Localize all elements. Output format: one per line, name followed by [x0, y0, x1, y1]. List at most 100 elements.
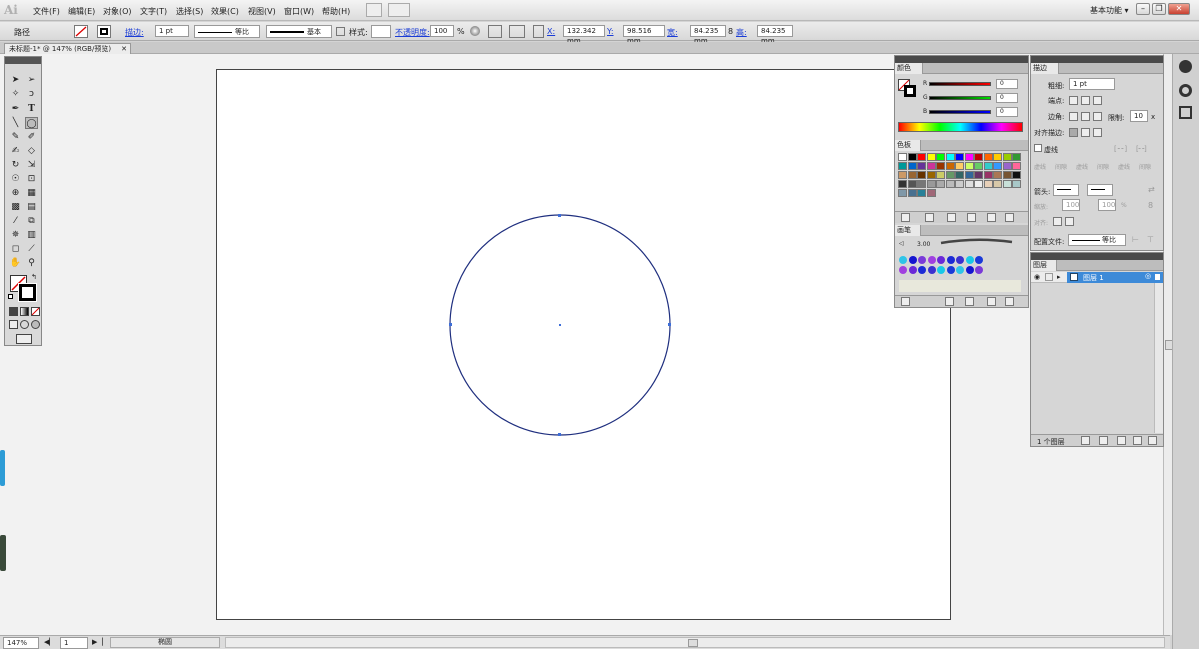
swatch[interactable]	[1012, 162, 1021, 170]
swatch[interactable]	[964, 162, 974, 170]
color-tab[interactable]: 颜色	[895, 63, 923, 74]
expand-triangle-icon[interactable]: ▸	[1057, 273, 1061, 281]
stroke-panel-header[interactable]	[1031, 56, 1163, 63]
swap-arrowheads-icon[interactable]: ⇄	[1148, 185, 1155, 194]
dash-preset-icon-1[interactable]: [ ⁃ ⁃ ]	[1114, 145, 1127, 153]
link-scale-icon[interactable]: 8	[1148, 201, 1153, 210]
profile-select[interactable]: 等比	[1068, 234, 1126, 246]
mesh-tool-icon[interactable]: ▩	[9, 201, 22, 213]
slice-tool-icon[interactable]: ⟋	[25, 243, 38, 255]
anchor-left[interactable]	[449, 323, 452, 326]
swatch[interactable]	[983, 153, 993, 161]
screen-mode-icon[interactable]	[16, 334, 32, 344]
swatch[interactable]	[936, 171, 945, 179]
artboard-tool-icon[interactable]: ◻	[9, 243, 22, 255]
hand-tool-icon[interactable]: ✋	[9, 257, 22, 269]
pen-tool-icon[interactable]: ✒	[9, 103, 22, 115]
eraser-tool-icon[interactable]: ◇	[25, 145, 38, 157]
swatch[interactable]	[993, 162, 1002, 170]
brush-dot[interactable]	[937, 266, 945, 274]
swatch[interactable]	[907, 171, 917, 179]
swatch[interactable]	[955, 171, 964, 179]
arrange-documents-icon[interactable]	[388, 3, 410, 17]
swap-fill-stroke-icon[interactable]: ↰	[31, 273, 37, 281]
menu-window[interactable]: 窗口(W)	[284, 6, 314, 17]
color-spectrum[interactable]	[898, 122, 1023, 132]
graphic-style-picker[interactable]	[371, 25, 391, 38]
limit-input[interactable]: 10	[1130, 110, 1148, 122]
new-sublayer-icon[interactable]	[1117, 436, 1126, 445]
align-inside-icon[interactable]	[1081, 128, 1090, 137]
layer-row[interactable]: ◉ ▸ 图层 1 ◎	[1031, 272, 1163, 283]
align-outside-icon[interactable]	[1093, 128, 1102, 137]
swatch[interactable]	[1002, 153, 1012, 161]
r-slider[interactable]	[929, 82, 991, 86]
anchor-top[interactable]	[558, 214, 561, 217]
close-icon[interactable]: ✕	[1168, 3, 1190, 15]
layer-name-cell[interactable]: 图层 1 ◎	[1067, 272, 1163, 283]
minimize-icon[interactable]: –	[1136, 3, 1150, 15]
brush-dot[interactable]	[946, 266, 955, 274]
swatch[interactable]	[926, 153, 936, 161]
swatch[interactable]	[898, 162, 907, 170]
brush-library-icon[interactable]	[901, 297, 910, 306]
default-colors-icon[interactable]	[8, 294, 13, 299]
horizontal-scrollbar[interactable]	[225, 637, 1165, 648]
color-guide-icon[interactable]	[1179, 60, 1192, 73]
swatch[interactable]	[1012, 153, 1021, 161]
swatch[interactable]	[1002, 180, 1012, 188]
visibility-eye-icon[interactable]: ◉	[1034, 273, 1040, 281]
rotate-tool-icon[interactable]: ↻	[9, 159, 22, 171]
swatch[interactable]	[945, 162, 955, 170]
shape-builder-tool-icon[interactable]: ⊕	[9, 187, 22, 199]
new-color-group-icon[interactable]	[967, 213, 976, 222]
menu-type[interactable]: 文字(T)	[140, 6, 167, 17]
perspective-grid-tool-icon[interactable]: ▦	[25, 187, 38, 199]
brush-dot[interactable]	[956, 266, 964, 274]
brush-options-icon-2[interactable]	[965, 297, 974, 306]
panel-group-header[interactable]	[895, 56, 1028, 63]
side-gadget[interactable]	[0, 450, 5, 486]
stroke-label[interactable]: 描边:	[125, 27, 144, 38]
draw-behind-icon[interactable]	[20, 320, 29, 329]
layers-tab[interactable]: 图层	[1031, 260, 1057, 271]
free-transform-tool-icon[interactable]: ⊡	[25, 173, 38, 185]
stroke-swatch[interactable]	[97, 25, 111, 38]
none-mode-icon[interactable]	[31, 307, 40, 316]
end-scale-input[interactable]: 100	[1098, 199, 1116, 211]
draw-inside-icon[interactable]	[31, 320, 40, 329]
swatch[interactable]	[974, 171, 983, 179]
menu-help[interactable]: 帮助(H)	[322, 6, 350, 17]
new-brush-icon[interactable]	[987, 297, 996, 306]
swatch-library-icon[interactable]	[901, 213, 910, 222]
brush-options-icon[interactable]	[336, 27, 345, 36]
r-input[interactable]: 0	[996, 79, 1018, 89]
menu-object[interactable]: 对象(O)	[103, 6, 132, 17]
fill-swatch[interactable]	[74, 25, 88, 38]
direct-selection-tool-icon[interactable]: ➢	[25, 74, 38, 86]
b-input[interactable]: 0	[996, 107, 1018, 117]
swatch[interactable]	[993, 153, 1002, 161]
brush-dot[interactable]	[946, 256, 955, 264]
graphic-styles-icon[interactable]	[1179, 106, 1192, 119]
swatch[interactable]	[926, 189, 936, 197]
type-tool-icon[interactable]: T	[25, 103, 38, 115]
ellipse-tool-icon[interactable]: ◯	[25, 117, 38, 129]
zoom-select[interactable]: 147%	[3, 637, 39, 649]
width-input[interactable]: 84.235 mm	[690, 25, 726, 45]
swatch[interactable]	[898, 189, 907, 197]
new-layer-icon[interactable]	[1133, 436, 1142, 445]
side-gadget-2[interactable]	[0, 535, 6, 571]
opacity-input[interactable]: 100	[430, 25, 454, 37]
swatch[interactable]	[955, 162, 964, 170]
swatch[interactable]	[926, 180, 936, 188]
anchor-right[interactable]	[668, 323, 671, 326]
brush-dot[interactable]	[965, 256, 974, 264]
first-artboard-icon[interactable]: ◀▏	[44, 638, 55, 646]
start-scale-input[interactable]: 100	[1062, 199, 1080, 211]
draw-normal-icon[interactable]	[9, 320, 18, 329]
bevel-join-icon[interactable]	[1093, 112, 1102, 121]
align-icon[interactable]	[488, 25, 502, 38]
swatch[interactable]	[974, 153, 983, 161]
color-mode-icon[interactable]	[9, 307, 18, 316]
